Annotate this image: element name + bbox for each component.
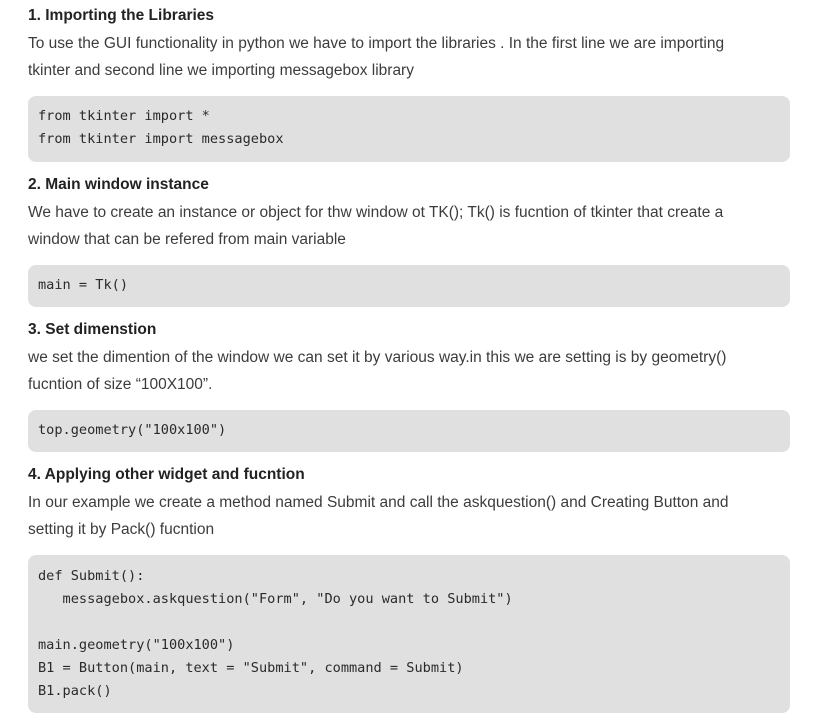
code-line: def Submit(): [38, 568, 145, 584]
code-block[interactable]: main = Tk() [28, 265, 790, 307]
paragraph-line: window that can be refered from main var… [28, 231, 346, 248]
code-block[interactable]: top.geometry("100x100") [28, 410, 790, 452]
code-line: from tkinter import * [38, 108, 210, 124]
code-line: from tkinter import messagebox [38, 131, 284, 147]
section-heading: 3. Set dimenstion [28, 321, 157, 338]
paragraph-line: fucntion of size “100X100”. [28, 376, 213, 393]
code-block[interactable]: def Submit(): messagebox.askquestion("Fo… [28, 555, 790, 713]
code-block[interactable]: from tkinter import * from tkinter impor… [28, 96, 790, 162]
section-paragraph: We have to create an instance or object … [28, 199, 790, 253]
article-content: 1. Importing the Libraries To use the GU… [28, 6, 790, 713]
code-line: top.geometry("100x100") [38, 422, 227, 438]
code-line: messagebox.askquestion("Form", "Do you w… [38, 591, 513, 607]
section-importing-libraries: 1. Importing the Libraries To use the GU… [28, 6, 790, 162]
paragraph-line: To use the GUI functionality in python w… [28, 35, 725, 52]
section-heading: 1. Importing the Libraries [28, 7, 215, 24]
section-widget-and-function: 4. Applying other widget and fucntion In… [28, 465, 790, 713]
code-line: B1 = Button(main, text = "Submit", comma… [38, 660, 464, 676]
paragraph-line: setting it by Pack() fucntion [28, 521, 215, 538]
paragraph-line: tkinter and second line we importing mes… [28, 62, 414, 79]
code-line: main.geometry("100x100") [38, 637, 235, 653]
paragraph-line: we set the dimention of the window we ca… [28, 349, 727, 366]
section-heading: 4. Applying other widget and fucntion [28, 466, 305, 483]
paragraph-line: We have to create an instance or object … [28, 204, 724, 221]
paragraph-line: In our example we create a method named … [28, 494, 729, 511]
section-paragraph: In our example we create a method named … [28, 489, 790, 543]
section-paragraph: To use the GUI functionality in python w… [28, 30, 790, 84]
section-paragraph: we set the dimention of the window we ca… [28, 344, 790, 398]
section-main-window-instance: 2. Main window instance We have to creat… [28, 175, 790, 307]
code-line: main = Tk() [38, 277, 129, 293]
section-heading: 2. Main window instance [28, 176, 209, 193]
section-set-dimension: 3. Set dimenstion we set the dimention o… [28, 320, 790, 452]
code-line: B1.pack() [38, 683, 112, 699]
